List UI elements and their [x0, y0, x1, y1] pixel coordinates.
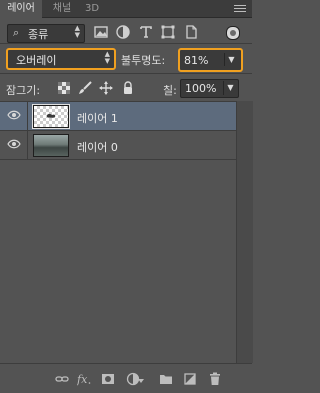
layer-list: 레이어 1 레이어 0 — [0, 101, 236, 364]
layer-thumbnail[interactable] — [32, 104, 70, 129]
opacity-label: 불투명도: — [121, 54, 166, 67]
layer-style-fx-icon[interactable]: fx — [77, 372, 91, 386]
panel-tab-bar: 레이어 채널 3D — [0, 0, 252, 18]
layer-thumbnail[interactable] — [33, 134, 69, 157]
fill-value[interactable]: 100% — [185, 82, 216, 95]
trash-icon[interactable] — [208, 372, 222, 386]
chevron-down-icon[interactable]: ▼ — [223, 81, 237, 95]
adjustment-filter-icon[interactable] — [115, 24, 131, 40]
image-filter-icon[interactable] — [93, 24, 109, 40]
filter-toggle-switch[interactable] — [226, 26, 240, 40]
blend-mode-select[interactable]: 오버레이 ▲ ▼ — [6, 48, 116, 70]
eye-icon[interactable] — [7, 139, 21, 149]
lock-label: 잠그기: — [6, 84, 41, 97]
smart-object-filter-icon[interactable] — [183, 24, 199, 40]
layers-bottom-toolbar: fx — [0, 363, 252, 393]
bird-silhouette-icon — [47, 113, 56, 118]
shape-filter-icon[interactable] — [160, 24, 176, 40]
tab-layers[interactable]: 레이어 — [0, 0, 42, 18]
type-filter-icon[interactable] — [138, 24, 154, 40]
svg-text:fx: fx — [77, 373, 88, 386]
layer-row-layer-0[interactable]: 레이어 0 — [0, 131, 236, 160]
opacity-field[interactable]: 81% ▼ — [178, 48, 243, 72]
select-arrows-icon: ▲ ▼ — [74, 24, 80, 39]
blend-mode-value: 오버레이 — [16, 54, 57, 67]
filter-type-value: 종류 — [28, 28, 49, 41]
chevron-down-icon[interactable] — [138, 378, 144, 384]
chevron-down-icon[interactable]: ▼ — [224, 53, 238, 66]
divider — [0, 43, 252, 44]
layer-name[interactable]: 레이어 1 — [77, 110, 118, 126]
divider — [0, 73, 252, 74]
tab-3d[interactable]: 3D — [80, 0, 104, 17]
link-layers-icon[interactable] — [55, 372, 69, 386]
lock-image-pixels-brush-icon[interactable] — [78, 81, 92, 95]
fill-label: 칠: — [163, 84, 177, 97]
layers-panel: 레이어 채널 3D ⌕ 종류 ▲ ▼ 오버레이 ▲ ▼ 불투명도: 81% ▼ … — [0, 0, 253, 393]
add-layer-mask-icon[interactable] — [101, 372, 115, 386]
lock-all-icon[interactable] — [121, 81, 135, 95]
panel-menu-icon[interactable] — [234, 3, 246, 14]
tab-channels[interactable]: 채널 — [48, 0, 76, 17]
filter-type-select[interactable]: ⌕ 종류 ▲ ▼ — [7, 24, 85, 43]
lock-transparent-pixels-icon[interactable] — [57, 81, 71, 95]
layers-scrollbar[interactable] — [236, 101, 253, 363]
layer-name[interactable]: 레이어 0 — [77, 139, 118, 155]
new-layer-icon[interactable] — [183, 372, 197, 386]
divider — [27, 131, 28, 159]
search-icon: ⌕ — [13, 26, 20, 39]
new-group-folder-icon[interactable] — [159, 372, 173, 386]
divider — [27, 102, 28, 130]
layer-row-layer-1[interactable]: 레이어 1 — [0, 102, 236, 131]
eye-icon[interactable] — [7, 110, 21, 120]
fill-field[interactable]: 100% ▼ — [180, 79, 239, 98]
lock-position-move-icon[interactable] — [99, 81, 113, 95]
select-arrows-icon: ▲ ▼ — [104, 50, 110, 65]
opacity-value[interactable]: 81% — [184, 54, 208, 67]
